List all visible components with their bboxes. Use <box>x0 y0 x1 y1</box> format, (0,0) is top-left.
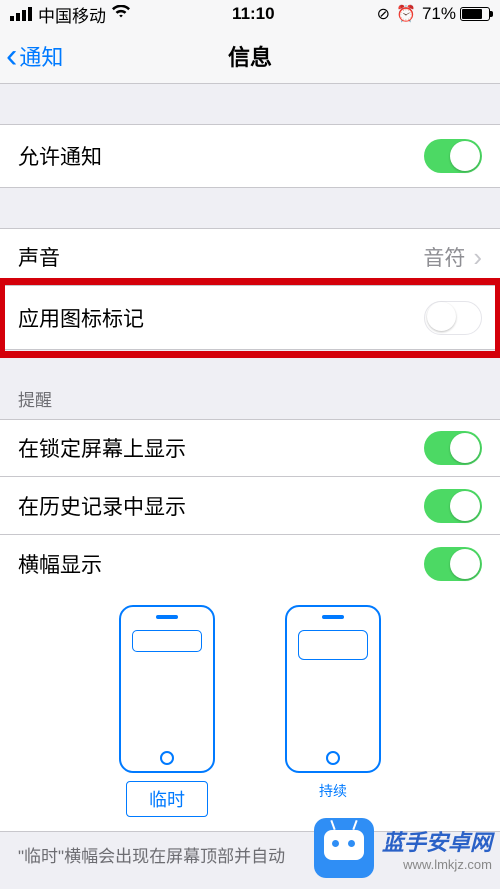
show-as-banners-row[interactable]: 横幅显示 <box>0 535 500 593</box>
watermark: 蓝手安卓网 www.lmkjz.com <box>314 818 492 883</box>
show-in-history-switch[interactable] <box>424 489 482 523</box>
nav-header: ‹ 通知 信息 <box>0 28 500 84</box>
back-button[interactable]: ‹ 通知 <box>6 39 63 73</box>
battery-pct: 71% <box>422 4 456 24</box>
badge-app-icon-label: 应用图标标记 <box>18 303 144 333</box>
page-title: 信息 <box>228 40 272 72</box>
banner-style-persistent-option[interactable]: 持续 <box>285 605 381 817</box>
badge-app-icon-row[interactable]: 应用图标标记 <box>0 286 500 350</box>
banner-style-temporary-option[interactable]: 临时 <box>119 605 215 817</box>
watermark-url: www.lmkjz.com <box>382 857 492 872</box>
watermark-title: 蓝手安卓网 <box>382 825 492 857</box>
show-on-lock-screen-label: 在锁定屏幕上显示 <box>18 433 186 463</box>
show-on-lock-screen-row[interactable]: 在锁定屏幕上显示 <box>0 419 500 477</box>
alerts-section-header: 提醒 <box>0 378 500 419</box>
back-label: 通知 <box>19 40 63 72</box>
badge-app-icon-switch[interactable] <box>424 301 482 335</box>
show-in-history-label: 在历史记录中显示 <box>18 491 186 521</box>
status-bar: 中国移动 11:10 ⊘ ⏰ 71% <box>0 0 500 28</box>
alarm-icon: ⏰ <box>396 4 416 24</box>
allow-notifications-label: 允许通知 <box>18 141 102 171</box>
battery-indicator: 71% <box>422 4 490 24</box>
sound-value: 音符 <box>423 242 465 272</box>
chevron-right-icon: › <box>473 242 482 273</box>
allow-notifications-switch[interactable] <box>424 139 482 173</box>
phone-preview-temporary-icon <box>119 605 215 773</box>
show-in-history-row[interactable]: 在历史记录中显示 <box>0 477 500 535</box>
rotation-lock-icon: ⊘ <box>377 4 390 24</box>
show-as-banners-label: 横幅显示 <box>18 549 102 579</box>
allow-notifications-row[interactable]: 允许通知 <box>0 124 500 188</box>
phone-preview-persistent-icon <box>285 605 381 773</box>
wifi-icon <box>112 4 130 24</box>
banner-temporary-label: 临时 <box>126 781 208 817</box>
chevron-left-icon: ‹ <box>6 39 17 73</box>
carrier-label: 中国移动 <box>38 2 106 27</box>
sound-label: 声音 <box>18 242 60 272</box>
watermark-mascot-icon <box>314 818 374 878</box>
status-time: 11:10 <box>232 4 275 24</box>
show-as-banners-switch[interactable] <box>424 547 482 581</box>
signal-icon <box>10 7 32 21</box>
sound-row[interactable]: 声音 音符 › <box>0 228 500 286</box>
show-on-lock-screen-switch[interactable] <box>424 431 482 465</box>
banner-persistent-label: 持续 <box>319 781 347 801</box>
